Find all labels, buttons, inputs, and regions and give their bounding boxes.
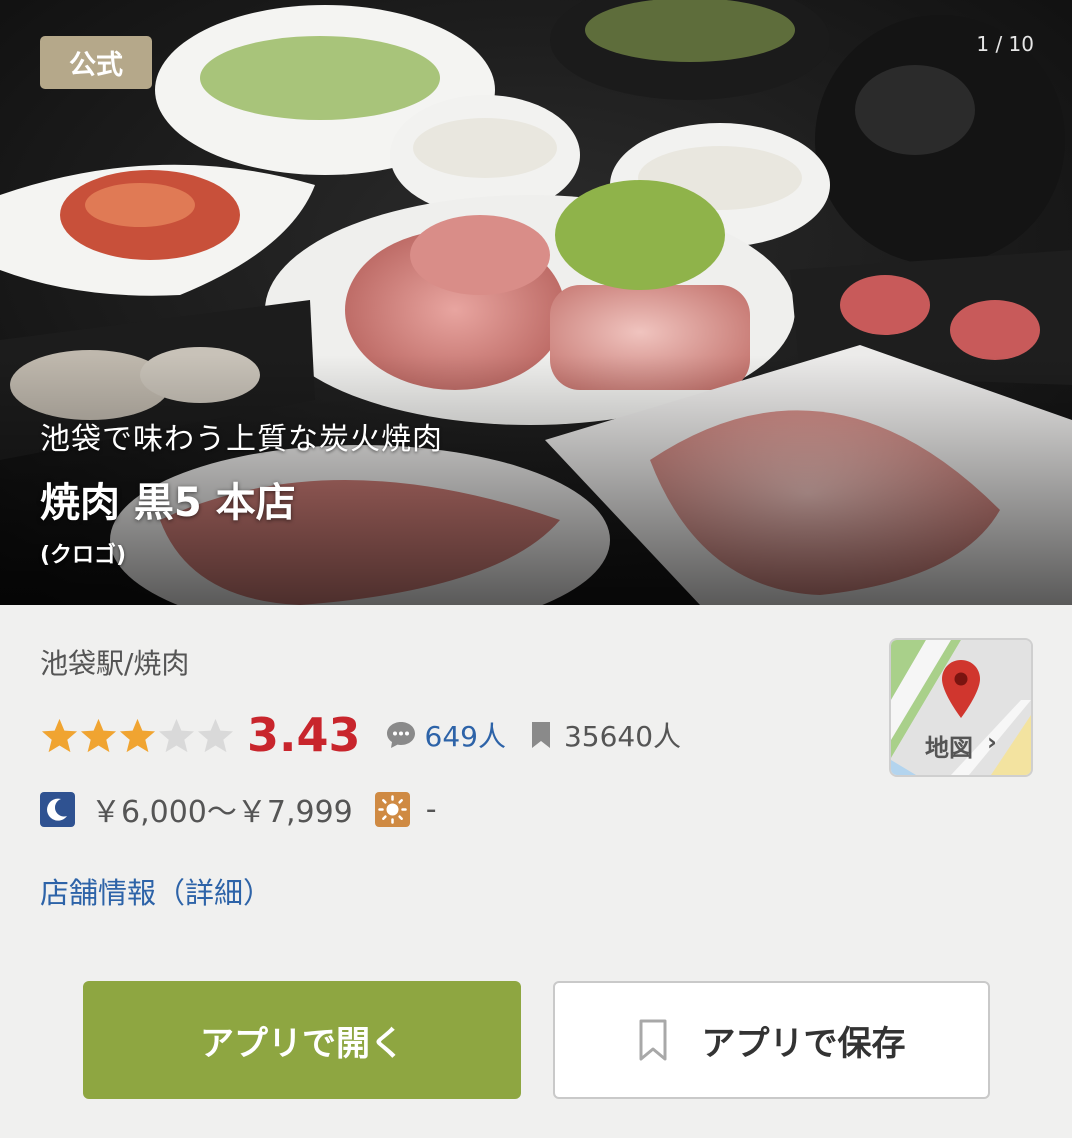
save-in-app-label: アプリで保存: [701, 1023, 906, 1064]
map-label: 地図: [925, 734, 973, 762]
save-in-app-button[interactable]: アプリで保存: [553, 981, 990, 1099]
rating-row: 3.43 649人 35640人: [40, 702, 681, 768]
area-genre: 池袋駅/焼肉: [40, 647, 190, 680]
star-empty-icon: [197, 718, 234, 752]
shop-tagline: 池袋で味わう上質な炭火焼肉: [40, 422, 443, 457]
save-count: 35640人: [563, 720, 682, 753]
speech-bubble-icon: [386, 722, 415, 748]
official-badge: 公式: [40, 36, 152, 89]
rating-stars: [40, 716, 235, 755]
lunch-price: -: [425, 791, 437, 827]
star-empty-icon: [158, 718, 195, 752]
bookmark-outline-icon: [639, 1019, 666, 1061]
sun-icon: [374, 791, 410, 827]
shop-info-link[interactable]: 店舗情報（詳細）: [40, 870, 272, 912]
review-count-link[interactable]: 649人: [425, 715, 506, 755]
restaurant-page: 公式 1 / 10 池袋で味わう上質な炭火焼肉 焼肉 黒5 本店 (クロゴ) 池…: [0, 0, 1072, 1138]
moon-icon: [40, 791, 75, 827]
map-button[interactable]: 地図 ›: [889, 638, 1033, 777]
bookmark-icon: [531, 722, 550, 748]
star-filled-icon: [41, 718, 78, 752]
star-filled-icon: [119, 718, 156, 752]
shop-name: 焼肉 黒5 本店: [40, 480, 296, 526]
shop-name-kana: (クロゴ): [40, 543, 127, 568]
map-pin-icon: [942, 660, 980, 718]
photo-counter: 1 / 10: [976, 32, 1034, 56]
rating-score: 3.43: [247, 708, 361, 762]
chevron-right-icon: ›: [987, 728, 997, 756]
open-in-app-button[interactable]: アプリで開く: [83, 981, 521, 1099]
dinner-price: ￥6,000～￥7,999: [91, 795, 353, 830]
price-row: ￥6,000～￥7,999 -: [40, 789, 437, 830]
star-filled-icon: [80, 718, 117, 752]
hero-photo[interactable]: 公式 1 / 10 池袋で味わう上質な炭火焼肉 焼肉 黒5 本店 (クロゴ): [0, 0, 1072, 605]
